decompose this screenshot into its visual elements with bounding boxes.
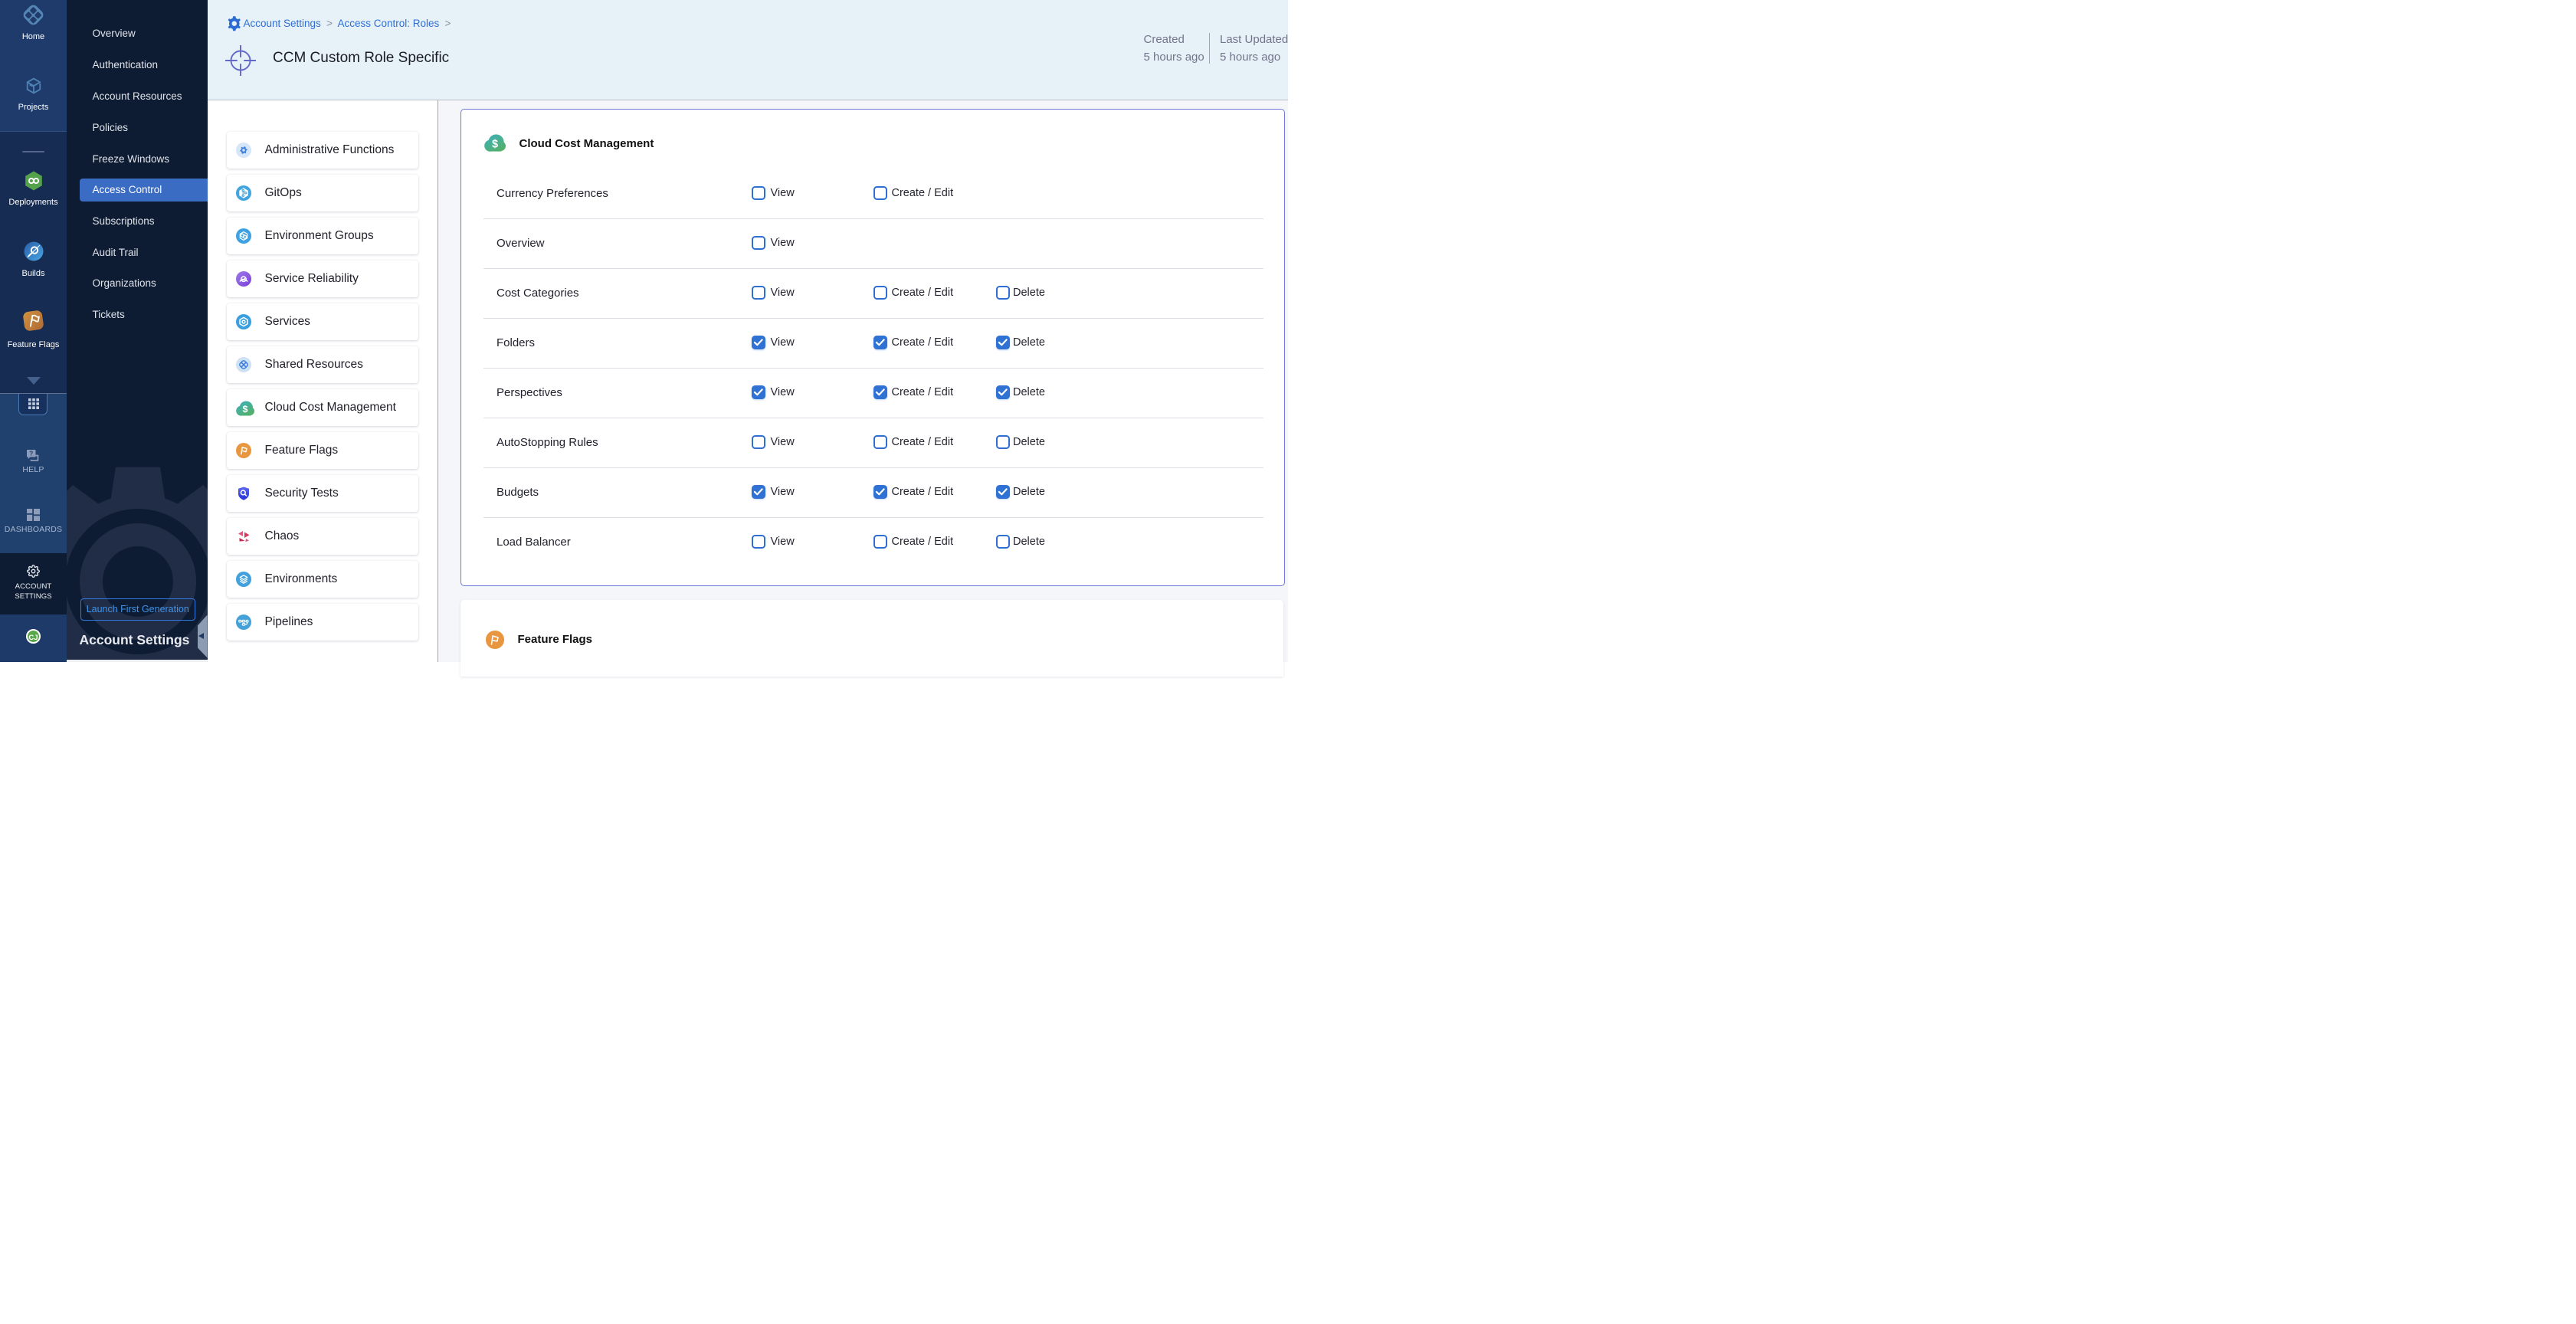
svg-text:$: $: [491, 138, 497, 150]
svg-text:$: $: [243, 404, 248, 415]
svg-text:?: ?: [29, 450, 33, 457]
